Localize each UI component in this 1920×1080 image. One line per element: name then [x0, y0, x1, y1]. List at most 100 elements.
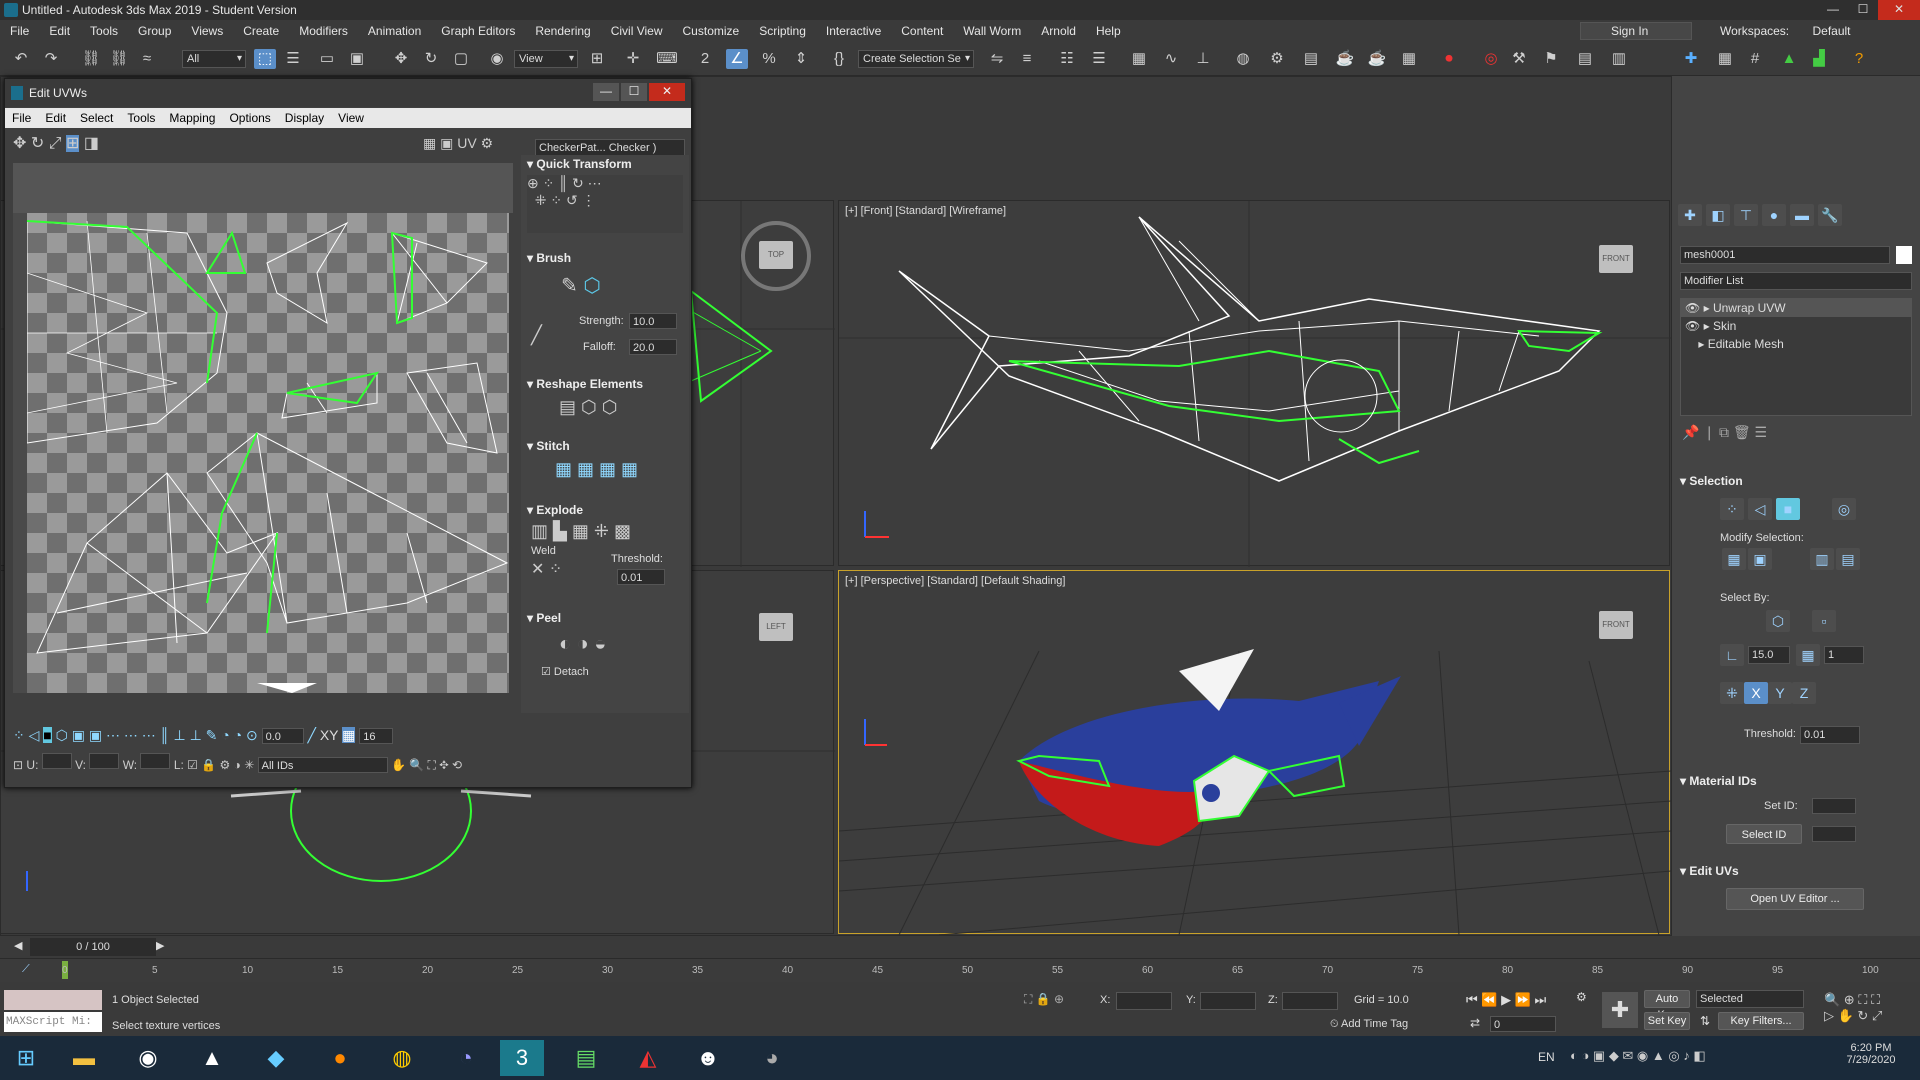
quick-transform-tools[interactable]: ⊕ ⁘ ║ ↻ ⋯ ⁜ ⁘ ↺ ⋮ [527, 175, 683, 233]
maxscript-listener-top[interactable] [4, 990, 102, 1010]
utilities-tab-icon[interactable]: 🔧 [1818, 204, 1842, 226]
acrobat-icon[interactable]: ◭ [626, 1040, 670, 1076]
menu-help[interactable]: Help [1086, 20, 1131, 42]
menu-group[interactable]: Group [128, 20, 181, 42]
viewcube-front[interactable]: FRONT [1599, 245, 1633, 273]
notepad-icon[interactable]: ▤ [564, 1040, 608, 1076]
tool3-icon[interactable]: ▤ [1574, 49, 1596, 69]
vertex-mode-icon[interactable]: ⁘ [1720, 498, 1744, 520]
keyboard-shortcut-icon[interactable]: ⌨ [656, 49, 678, 69]
select-by-name-icon[interactable]: ☰ [282, 49, 304, 69]
menu-civil-view[interactable]: Civil View [601, 20, 673, 42]
menu-content[interactable]: Content [891, 20, 953, 42]
window-crossing-icon[interactable]: ▣ [346, 49, 368, 69]
uv-freeform-icon[interactable]: ⊞ [65, 135, 80, 152]
time-slider-next[interactable]: ▶ [156, 939, 164, 952]
select-manipulate-icon[interactable]: ✛ [622, 49, 644, 69]
rotate-icon[interactable]: ↻ [420, 49, 442, 69]
select-count-field[interactable]: 1 [1824, 646, 1864, 664]
menu-rendering[interactable]: Rendering [525, 20, 600, 42]
set-key-plus-button[interactable]: ✚ [1602, 992, 1638, 1028]
render-icon[interactable]: ☕ [1334, 49, 1356, 69]
angle-snap-icon[interactable]: ∠ [726, 49, 748, 69]
material-ids-header[interactable]: ▾ Material IDs [1680, 774, 1757, 788]
menu-animation[interactable]: Animation [358, 20, 431, 42]
weld-tools[interactable]: ✕ ⁘ [531, 559, 562, 579]
selection-option-icon[interactable]: ⁜ [1720, 682, 1744, 704]
sign-in-dropdown[interactable]: Sign In [1580, 22, 1692, 40]
render-cloud-icon[interactable]: ▦ [1398, 49, 1420, 69]
undo-icon[interactable]: ↶ [10, 49, 32, 69]
link-icon[interactable]: ⛓ [80, 49, 102, 69]
uv-move-icon[interactable]: ✥ [13, 135, 26, 152]
viewport-perspective[interactable]: [+] [Perspective] [Standard] [Default Sh… [838, 570, 1671, 935]
wallworm-taskbar-icon[interactable]: ☻ [686, 1040, 730, 1076]
x-coord-field[interactable] [1116, 992, 1172, 1010]
viewcube-left[interactable]: LEFT [759, 613, 793, 641]
playback-controls[interactable]: ⏮ ⏪ ▶ ⏩ ⏭ [1466, 992, 1546, 1008]
maximize-button[interactable]: ☐ [1848, 0, 1878, 20]
select-object-icon[interactable]: ⬚ [254, 49, 276, 69]
scale-icon[interactable]: ▢ [450, 49, 472, 69]
menu-edit[interactable]: Edit [39, 20, 80, 42]
time-config-icon[interactable]: ⚙ [1576, 990, 1587, 1004]
uv-close-button[interactable]: ✕ [649, 83, 685, 101]
track-bar-icon[interactable]: ⟋ [22, 963, 30, 976]
create-tab-icon[interactable]: ✚ [1678, 204, 1702, 226]
ring-selection-icon[interactable]: ▤ [1836, 548, 1860, 570]
modify-tab-icon[interactable]: ◧ [1706, 204, 1730, 226]
uv-scale-icon[interactable]: ⤢ [49, 135, 62, 152]
system-tray-icons[interactable]: ◐ ◑ ▣ ◆ ✉ ◉ ▲ ◎ ♪ ◧ [1570, 1048, 1706, 1064]
explode-tools[interactable]: ▥ ▙ ▦ ⁜ ▩ [531, 521, 631, 542]
peel-tools[interactable]: ◐ ◑ ◒ [559, 633, 606, 656]
spinner-snap-icon[interactable]: ⇕ [790, 49, 812, 69]
selection-filter-dropdown[interactable]: All [182, 50, 246, 68]
start-button-icon[interactable]: ⊞ [4, 1040, 48, 1076]
uv-menu-file[interactable]: File [5, 111, 38, 125]
uv-menu-view[interactable]: View [331, 111, 371, 125]
menu-views[interactable]: Views [181, 20, 233, 42]
green-tool-icon[interactable]: ▲ [1778, 49, 1800, 69]
tool2-icon[interactable]: ⚑ [1540, 49, 1562, 69]
menu-wall-worm[interactable]: Wall Worm [953, 20, 1031, 42]
uv-maximize-button[interactable]: ☐ [621, 83, 647, 101]
x-axis-icon[interactable]: X [1744, 682, 1768, 704]
align-icon[interactable]: ≡ [1016, 49, 1038, 69]
render-iterative-icon[interactable]: ☕ [1366, 49, 1388, 69]
threshold-field[interactable]: 0.01 [1800, 726, 1860, 744]
vmf-icon[interactable]: ▥ [1608, 49, 1630, 69]
element-mode-icon[interactable]: ◎ [1832, 498, 1856, 520]
uv-show-map-icon[interactable]: ▣ [440, 135, 453, 151]
mirror-icon[interactable]: ⇋ [986, 49, 1008, 69]
set-id-field[interactable] [1812, 798, 1856, 814]
uv-edge-icon[interactable]: ◁ [29, 727, 40, 743]
uv-window-title-bar[interactable]: Edit UVWs — ☐ ✕ [5, 79, 691, 107]
uv-menu-mapping[interactable]: Mapping [162, 111, 222, 125]
menu-create[interactable]: Create [233, 20, 289, 42]
scene-explorer-icon[interactable]: ☷ [1056, 49, 1078, 69]
close-button[interactable]: ✕ [1878, 0, 1920, 20]
uv-grid-snap-icon[interactable]: ▦ [342, 727, 356, 743]
grow-selection-icon[interactable]: ▦ [1722, 548, 1746, 570]
uv-canvas[interactable] [27, 213, 509, 693]
display-tab-icon[interactable]: ▬ [1790, 204, 1814, 226]
uv-lock-icon[interactable]: ⊡ [13, 758, 23, 772]
stack-item-skin[interactable]: 👁 ▸ Skin [1681, 317, 1911, 335]
menu-interactive[interactable]: Interactive [816, 20, 891, 42]
select-by-element-icon[interactable]: ⬡ [1766, 610, 1790, 632]
rect-selection-icon[interactable]: ▭ [316, 49, 338, 69]
key-mode-icon[interactable]: ⇄ [1470, 1016, 1480, 1030]
reshape-elements-header[interactable]: ▾ Reshape Elements [527, 377, 643, 391]
key-mode-dropdown[interactable]: Selected [1696, 990, 1804, 1008]
create-plus-icon[interactable]: ✚ [1680, 49, 1702, 69]
brush-tools[interactable]: ✎ ⬡ [561, 273, 601, 298]
render-frame-icon[interactable]: ▤ [1300, 49, 1322, 69]
green-tool2-icon[interactable]: ▟ [1808, 49, 1830, 69]
workspace-dropdown[interactable]: Default [1802, 20, 1860, 42]
render-setup-icon[interactable]: ⚙ [1266, 49, 1288, 69]
isolate-lock-icons[interactable]: ⛶ 🔒 ⊕ [1024, 992, 1064, 1007]
select-by-smooth-icon[interactable]: ▫ [1812, 610, 1836, 632]
uv-angle-field[interactable]: 0.0 [261, 728, 304, 745]
v-field[interactable] [89, 753, 120, 769]
selection-rollout-header[interactable]: ▾ Selection [1680, 474, 1743, 488]
